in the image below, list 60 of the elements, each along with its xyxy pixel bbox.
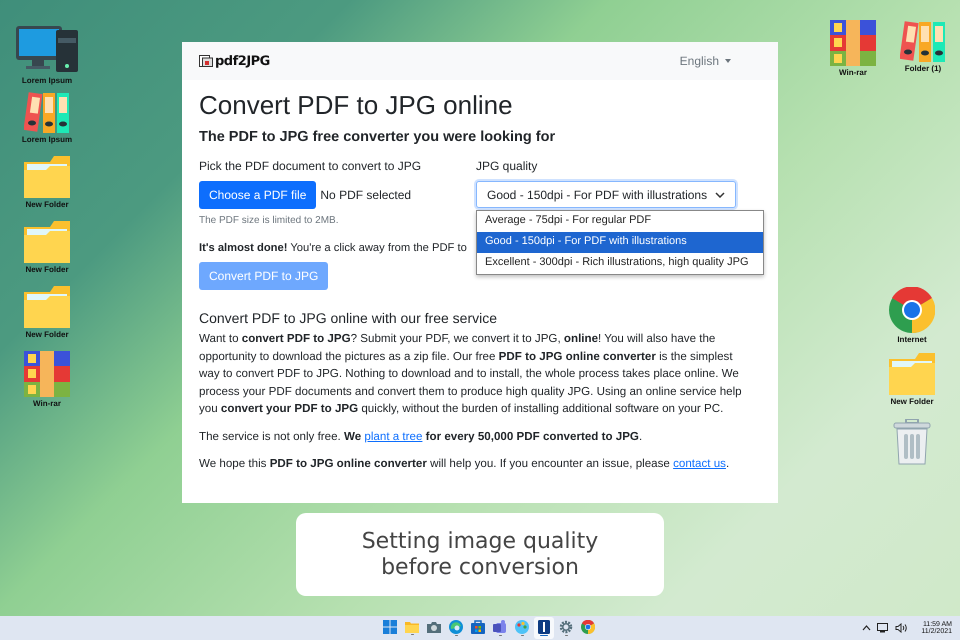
caret-icon [725, 59, 731, 63]
field-label: Pick the PDF document to convert to JPG [199, 159, 422, 173]
contact-paragraph: We hope this PDF to JPG online converter will help you. If you encounter an issue, please contact us. [199, 456, 730, 472]
folder-icon [24, 286, 70, 328]
desktop-shortcut[interactable]: New Folder [14, 156, 80, 216]
tree-paragraph: The service is not only free. We plant a tree for every 50,000 PDF converted to JPG. [199, 428, 644, 444]
browser-icon [889, 287, 935, 333]
desktop-shortcut[interactable]: Win-rar [14, 351, 80, 411]
chevron-down-icon [715, 192, 725, 198]
folder-icon [405, 620, 419, 633]
camera-icon [427, 620, 441, 633]
chat-icon [493, 620, 507, 634]
caption-text: Setting image quality [362, 528, 598, 554]
store-icon [471, 620, 485, 634]
dropdown-option[interactable]: Good - 150dpi - For PDF with illustrations [477, 232, 763, 253]
file-status: No PDF selected [320, 188, 412, 202]
desktop-shortcut[interactable]: Lorem Ipsum [14, 91, 80, 151]
windows-icon [383, 620, 397, 634]
dropdown-option[interactable]: Average - 75dpi - For regular PDF [477, 211, 763, 232]
archive-icon [830, 20, 876, 66]
quality-select[interactable]: Good - 150dpi - For PDF with illustrations [476, 181, 736, 208]
folder-icon [24, 156, 70, 198]
desktop-shortcut[interactable]: New Folder [14, 286, 80, 346]
archive-icon [24, 351, 70, 397]
binders-icon [24, 91, 70, 133]
language-dropdown[interactable]: English [680, 54, 731, 68]
desktop-shortcut[interactable]: New Folder [879, 353, 945, 413]
trash-icon [893, 419, 931, 465]
page-subtitle: The PDF to JPG free converter you were looking for [199, 129, 556, 145]
app-icon [538, 620, 550, 634]
folder-icon [24, 221, 70, 263]
desktop-shortcut[interactable]: New Folder [14, 221, 80, 281]
dropdown-option[interactable]: Excellent - 300dpi - Rich illustrations, high quality JPG [477, 253, 763, 274]
intro-paragraph: Want to convert PDF to JPG? Submit your PDF, we convert it to JPG, online! You will also have the opportunity to download the pictures as a zip file. Our free PDF to JPG online converter is the simplest way to convert PDF to JPG. Nothing to download and to install, the whole process takes place online. We process your PDF documents and convert them to produce high quality JPG. Using an online service help you convert your PDF to JPG quickly, without the burden of installing additional software on your PC. [199, 331, 743, 417]
desktop-shortcut[interactable]: Lorem Ipsum [14, 26, 80, 86]
folder-icon [889, 353, 935, 395]
chevron-up-icon [862, 625, 872, 631]
network-icon [877, 623, 890, 633]
taskbar-button[interactable] [534, 617, 554, 639]
logo-text: pdf2JPG [215, 54, 270, 68]
desktop-shortcut[interactable]: Win-rar [820, 20, 886, 80]
file-hint: The PDF size is limited to 2MB. [199, 215, 340, 226]
palette-icon [515, 620, 529, 634]
caption-text: before conversion [381, 554, 579, 580]
plant-tree-link[interactable]: plant a tree [364, 430, 422, 442]
notice-text: It's almost done! You're a click away from the PDF to [199, 242, 467, 254]
browser-icon [581, 620, 595, 634]
contact-link[interactable]: contact us [673, 457, 726, 470]
settings-icon [559, 620, 573, 634]
page-title: Convert PDF to JPG online [199, 90, 514, 121]
speaker-icon [895, 623, 908, 633]
site-logo[interactable]: pdf2JPG [199, 54, 270, 68]
computer-icon [16, 26, 78, 74]
desktop-shortcut[interactable]: Internet [879, 287, 945, 347]
desktop-shortcut[interactable]: Folder (1) [890, 20, 956, 80]
binders-icon [900, 20, 946, 62]
choose-file-button[interactable]: Choose a PDF file [199, 181, 316, 209]
field-label: JPG quality [476, 159, 538, 173]
section-title: Convert PDF to JPG online with our free service [199, 310, 498, 326]
document-icon [199, 55, 213, 67]
